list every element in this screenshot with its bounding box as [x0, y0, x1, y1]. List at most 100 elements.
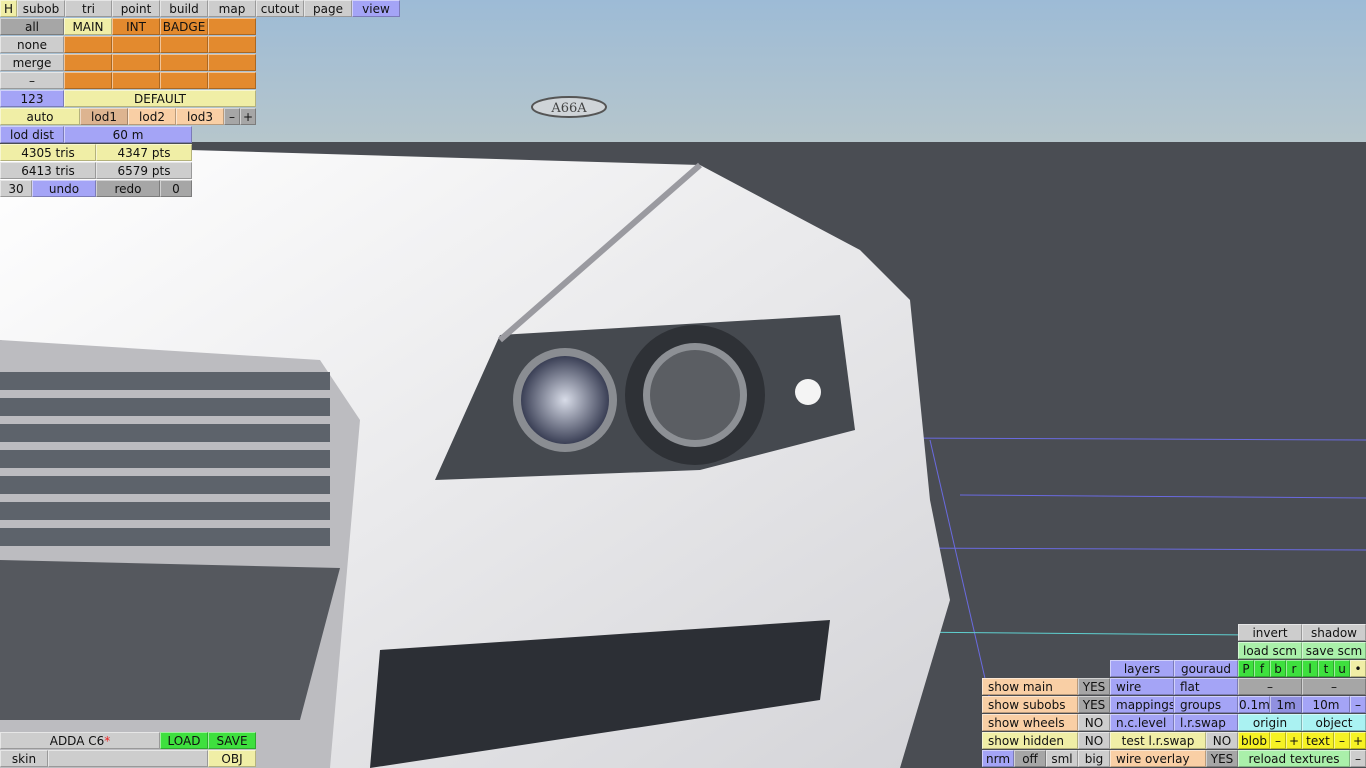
show-subobs-toggle[interactable]: YES: [1078, 696, 1110, 713]
show-subobs-label[interactable]: show subobs: [982, 696, 1078, 713]
obj-button[interactable]: OBJ: [208, 750, 256, 767]
origin-button[interactable]: origin: [1238, 714, 1302, 731]
subobject-slot[interactable]: [112, 36, 160, 53]
subobject-slot[interactable]: [208, 72, 256, 89]
subobject-slot[interactable]: [208, 36, 256, 53]
mappings-button[interactable]: mappings: [1110, 696, 1174, 713]
subobject-slot[interactable]: [64, 36, 112, 53]
grid-1m-button[interactable]: 1m: [1270, 696, 1302, 713]
subobject-slot[interactable]: [64, 54, 112, 71]
subobject-slot[interactable]: [112, 54, 160, 71]
lod-tris-count: 4305 tris: [0, 144, 96, 161]
undo-button[interactable]: undo: [32, 180, 96, 197]
subobject-slot[interactable]: [208, 54, 256, 71]
view-right-button[interactable]: r: [1286, 660, 1302, 677]
layers-button[interactable]: layers: [1110, 660, 1174, 677]
file-name[interactable]: ADDA C6*: [0, 732, 160, 749]
show-main-toggle[interactable]: YES: [1078, 678, 1110, 695]
blob-minus-button[interactable]: –: [1270, 732, 1286, 749]
object-button[interactable]: object: [1302, 714, 1366, 731]
invert-button[interactable]: invert: [1238, 624, 1302, 641]
show-wheels-toggle[interactable]: NO: [1078, 714, 1110, 731]
view-left-button[interactable]: l: [1302, 660, 1318, 677]
lod1-button[interactable]: lod1: [80, 108, 128, 125]
text-minus-button[interactable]: –: [1334, 732, 1350, 749]
gouraud-button[interactable]: gouraud: [1174, 660, 1238, 677]
redo-button[interactable]: redo: [96, 180, 160, 197]
subobject-badge[interactable]: BADGE: [160, 18, 208, 35]
size-sml-button[interactable]: sml: [1046, 750, 1078, 767]
lod2-button[interactable]: lod2: [128, 108, 176, 125]
view-front-button[interactable]: f: [1254, 660, 1270, 677]
select-none-button[interactable]: none: [0, 36, 64, 53]
tab-tri[interactable]: tri: [65, 0, 112, 17]
help-button[interactable]: H: [0, 0, 17, 17]
test-lr-swap-label[interactable]: test l.r.swap: [1110, 732, 1206, 749]
tab-cutout[interactable]: cutout: [256, 0, 304, 17]
skin-button[interactable]: skin: [0, 750, 48, 767]
tab-page[interactable]: page: [304, 0, 352, 17]
subobject-name-field[interactable]: DEFAULT: [64, 90, 256, 107]
lod-minus-button[interactable]: –: [224, 108, 240, 125]
size-off-button[interactable]: off: [1014, 750, 1046, 767]
subobject-slot[interactable]: [112, 72, 160, 89]
blob-label: blob: [1238, 732, 1270, 749]
nc-level-button[interactable]: n.c.level: [1110, 714, 1174, 731]
tab-build[interactable]: build: [160, 0, 208, 17]
grid-off-button[interactable]: –: [1350, 696, 1366, 713]
save-button[interactable]: SAVE: [208, 732, 256, 749]
wire-overlay-label[interactable]: wire overlay: [1110, 750, 1206, 767]
wire-overlay-toggle[interactable]: YES: [1206, 750, 1238, 767]
dash-right-button[interactable]: –: [1302, 678, 1366, 695]
merge-button[interactable]: merge: [0, 54, 64, 71]
reload-textures-button[interactable]: reload textures: [1238, 750, 1350, 767]
lod-dist-value[interactable]: 60 m: [64, 126, 192, 143]
lod-plus-button[interactable]: +: [240, 108, 256, 125]
size-nrm-button[interactable]: nrm: [982, 750, 1014, 767]
text-plus-button[interactable]: +: [1350, 732, 1366, 749]
lod3-button[interactable]: lod3: [176, 108, 224, 125]
redo-count: 0: [160, 180, 192, 197]
reload-minus-button[interactable]: –: [1350, 750, 1366, 767]
view-under-button[interactable]: u: [1334, 660, 1350, 677]
grid-0.1m-button[interactable]: 0.1m: [1238, 696, 1270, 713]
view-top-button[interactable]: t: [1318, 660, 1334, 677]
view-dot-button[interactable]: •: [1350, 660, 1366, 677]
number-button[interactable]: 123: [0, 90, 64, 107]
show-wheels-label[interactable]: show wheels: [982, 714, 1078, 731]
show-hidden-label[interactable]: show hidden: [982, 732, 1078, 749]
subobject-slot[interactable]: [160, 54, 208, 71]
view-back-button[interactable]: b: [1270, 660, 1286, 677]
shadow-button[interactable]: shadow: [1302, 624, 1366, 641]
dash-left-button[interactable]: –: [1238, 678, 1302, 695]
show-main-label[interactable]: show main: [982, 678, 1078, 695]
lod-auto-button[interactable]: auto: [0, 108, 80, 125]
load-scm-button[interactable]: load scm: [1238, 642, 1302, 659]
test-lr-swap-toggle[interactable]: NO: [1206, 732, 1238, 749]
skin-field[interactable]: [48, 750, 208, 767]
select-all-button[interactable]: all: [0, 18, 64, 35]
subobject-int[interactable]: INT: [112, 18, 160, 35]
subobject-slot[interactable]: [208, 18, 256, 35]
grid-10m-button[interactable]: 10m: [1302, 696, 1350, 713]
subobject-slot[interactable]: [160, 72, 208, 89]
groups-button[interactable]: groups: [1174, 696, 1238, 713]
subobject-slot[interactable]: [160, 36, 208, 53]
tab-view[interactable]: view: [352, 0, 400, 17]
view-perspective-button[interactable]: P: [1238, 660, 1254, 677]
dash-button[interactable]: –: [0, 72, 64, 89]
subobject-main[interactable]: MAIN: [64, 18, 112, 35]
tab-map[interactable]: map: [208, 0, 256, 17]
load-button[interactable]: LOAD: [160, 732, 208, 749]
show-hidden-toggle[interactable]: NO: [1078, 732, 1110, 749]
lr-swap-button[interactable]: l.r.swap: [1174, 714, 1238, 731]
size-big-button[interactable]: big: [1078, 750, 1110, 767]
tab-point[interactable]: point: [112, 0, 160, 17]
flat-button[interactable]: flat: [1174, 678, 1238, 695]
tab-subob[interactable]: subob: [17, 0, 65, 17]
blob-plus-button[interactable]: +: [1286, 732, 1302, 749]
lod-pts-count: 4347 pts: [96, 144, 192, 161]
save-scm-button[interactable]: save scm: [1302, 642, 1366, 659]
wire-button[interactable]: wire: [1110, 678, 1174, 695]
subobject-slot[interactable]: [64, 72, 112, 89]
